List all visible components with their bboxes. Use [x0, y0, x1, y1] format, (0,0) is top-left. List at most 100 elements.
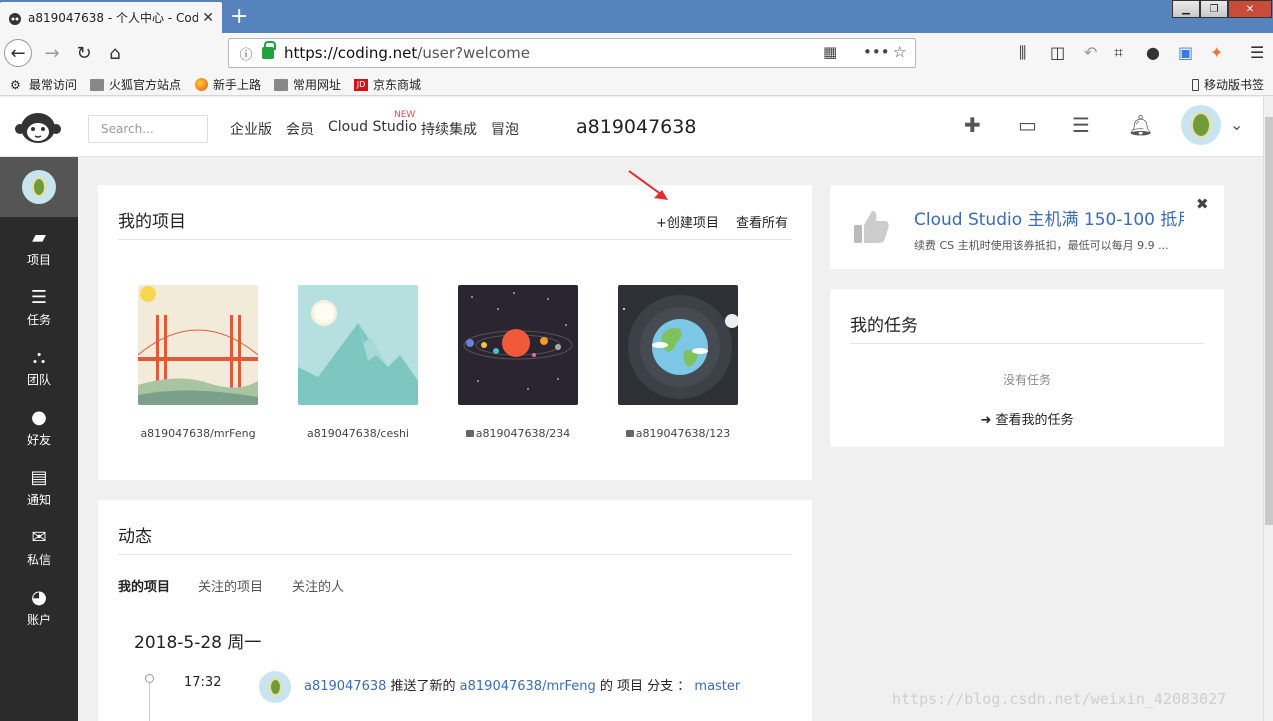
window-close-button[interactable]: ✕ — [1228, 0, 1272, 18]
project-name[interactable]: a819047638/123 — [618, 427, 738, 440]
translate-icon[interactable]: ▣ — [1178, 43, 1193, 62]
view-my-tasks-link[interactable]: ➜ 查看我的任务 — [830, 409, 1224, 428]
annotation-arrow-icon — [628, 170, 668, 200]
sidebar-item-projects[interactable]: ▰ 项目 — [0, 217, 78, 277]
bookmark-common-sites[interactable]: 常用网址 — [274, 76, 341, 93]
project-thumbnail-mountains — [298, 285, 418, 405]
extension-icon[interactable]: ✦ — [1210, 43, 1223, 62]
tasks-card: 我的任务 没有任务 ➜ 查看我的任务 — [830, 289, 1224, 447]
undo-icon[interactable]: ↶ — [1084, 43, 1097, 62]
site-info-icon[interactable]: ⓘ — [236, 44, 256, 63]
activity-project-link[interactable]: a819047638/mrFeng — [460, 679, 596, 694]
project-name-text: a819047638/123 — [635, 427, 731, 440]
bookmarks-bar: ⚙ 最常访问 火狐官方站点 新手上路 常用网址 JD 京东商城 移动版书签 — [0, 73, 1273, 96]
new-tab-icon[interactable]: + — [230, 4, 248, 29]
home-button[interactable]: ⌂ — [101, 39, 129, 67]
activity-user-link[interactable]: a819047638 — [304, 679, 386, 694]
activity-text: a819047638 推送了新的 a819047638/mrFeng 的 项目 … — [304, 675, 740, 694]
sidebar-item-team[interactable]: ⛬ 团队 — [0, 337, 78, 397]
bell-icon[interactable]: 🔔︎ — [1128, 113, 1153, 137]
chat-icon[interactable]: ● — [1146, 43, 1160, 62]
activity-time: 17:32 — [184, 675, 222, 690]
user-icon: ● — [31, 406, 47, 428]
activity-avatar[interactable] — [259, 671, 291, 703]
new-badge: NEW — [394, 110, 416, 120]
crop-icon[interactable]: ⌗ — [1114, 43, 1123, 63]
view-all-projects-link[interactable]: 查看所有 — [736, 212, 788, 231]
tab-title: a819047638 - 个人中心 - Coding — [28, 11, 198, 25]
dashboard-icon: ◕ — [31, 586, 47, 608]
server-icon[interactable]: ☰ — [1072, 113, 1090, 137]
terminal-icon[interactable]: ▭ — [1018, 113, 1037, 137]
project-name[interactable]: a819047638/mrFeng — [138, 427, 258, 440]
activity-mid: 的 项目 分支 ： — [595, 679, 695, 694]
bookmark-mobile[interactable]: 移动版书签 — [1192, 76, 1264, 93]
sidebar-item-label: 项目 — [26, 252, 51, 267]
reload-button[interactable]: ↻ — [70, 39, 98, 67]
nav-enterprise[interactable]: 企业版 — [230, 119, 272, 139]
forward-button[interactable]: → — [38, 39, 66, 67]
tab-close-icon[interactable]: ✕ — [202, 10, 214, 26]
project-item[interactable]: a819047638/ceshi — [298, 285, 418, 440]
browser-titlebar: a819047638 - 个人中心 - Coding ✕ + ▁ ❐ ✕ — [0, 0, 1273, 33]
activity-verb: 推送了新的 — [386, 679, 460, 694]
chevron-down-icon[interactable]: ⌄ — [1230, 115, 1243, 134]
nav-bubble[interactable]: 冒泡 — [491, 119, 519, 139]
search-input[interactable]: Search... — [88, 115, 208, 143]
promo-title-link[interactable]: Cloud Studio 主机满 150-100 抵用券 — [914, 205, 1184, 230]
page-actions-icon[interactable]: ••• — [863, 43, 890, 61]
bookmark-firefox-site[interactable]: 火狐官方站点 — [90, 76, 181, 93]
coding-logo-icon[interactable] — [14, 109, 62, 145]
activity-branch-link[interactable]: master — [694, 679, 740, 694]
qr-code-icon[interactable]: ▦ — [823, 43, 837, 61]
tab-my-projects[interactable]: 我的项目 — [118, 576, 170, 595]
team-icon: ⛬ — [32, 346, 46, 368]
project-item[interactable]: a819047638/234 — [458, 285, 578, 440]
sidebar-icon[interactable]: ◫ — [1050, 43, 1065, 62]
user-avatar[interactable] — [1181, 105, 1221, 145]
add-icon[interactable]: ✚ — [964, 113, 981, 137]
back-button[interactable]: ← — [4, 39, 32, 67]
close-icon[interactable]: ✖ — [1196, 195, 1209, 213]
bookmark-most-visited[interactable]: ⚙ 最常访问 — [10, 76, 77, 93]
project-name[interactable]: a819047638/234 — [458, 427, 578, 440]
library-icon[interactable]: ⫼ — [1019, 43, 1026, 63]
project-name[interactable]: a819047638/ceshi — [298, 427, 418, 440]
browser-tab[interactable]: a819047638 - 个人中心 - Coding ✕ — [0, 2, 222, 33]
tab-followed-people[interactable]: 关注的人 — [292, 576, 344, 595]
project-item[interactable]: a819047638/mrFeng — [137, 285, 259, 440]
sidebar-item-messages[interactable]: ✉ 私信 — [0, 517, 78, 577]
project-item[interactable]: a819047638/123 — [618, 285, 739, 440]
sidebar-avatar[interactable] — [0, 157, 78, 217]
sidebar-item-tasks[interactable]: ☰ 任务 — [0, 277, 78, 337]
sidebar: ▰ 项目 ☰ 任务 ⛬ 团队 ● 好友 ▤ 通知 ✉ 私信 ◕ 账户 — [0, 157, 78, 721]
nav-ci[interactable]: 持续集成 — [421, 119, 477, 139]
divider — [850, 343, 1204, 344]
tab-followed-projects[interactable]: 关注的项目 — [198, 576, 263, 595]
window-minimize-button[interactable]: ▁ — [1172, 0, 1200, 18]
sidebar-item-notifications[interactable]: ▤ 通知 — [0, 457, 78, 517]
sidebar-item-account[interactable]: ◕ 账户 — [0, 577, 78, 637]
bookmark-jd[interactable]: JD 京东商城 — [354, 76, 421, 93]
nav-cloud-studio[interactable]: Cloud Studio — [328, 119, 417, 135]
project-thumbnail-solar-system — [458, 285, 578, 405]
page-scrollbar[interactable] — [1263, 97, 1273, 721]
create-project-button[interactable]: +创建项目 — [656, 212, 719, 231]
bookmark-label: 常用网址 — [293, 78, 342, 92]
bookmark-label: 新手上路 — [213, 78, 262, 92]
activity-card: 动态 我的项目 关注的项目 关注的人 2018-5-28 周一 17:32 a8… — [98, 500, 812, 721]
activity-date: 2018-5-28 周一 — [134, 633, 262, 653]
url-bar[interactable]: ⓘ https://coding.net/user?welcome ▦ ••• … — [228, 38, 916, 68]
nav-membership[interactable]: 会员 — [286, 119, 314, 139]
sidebar-item-friends[interactable]: ● 好友 — [0, 397, 78, 457]
promo-subtitle: 续费 CS 主机时使用该券抵扣，最低可以每月 9.9 ... — [914, 239, 1169, 252]
url-host: https://coding.net — [284, 44, 418, 62]
bookmark-getting-started[interactable]: 新手上路 — [195, 76, 261, 93]
url-text[interactable]: https://coding.net/user?welcome — [284, 44, 530, 62]
url-path: /user?welcome — [417, 44, 530, 62]
menu-icon[interactable]: ☰ — [1250, 43, 1264, 62]
inbox-icon: ▤ — [30, 466, 48, 488]
window-maximize-button[interactable]: ❐ — [1200, 0, 1228, 18]
scrollbar-thumb[interactable] — [1265, 117, 1273, 525]
bookmark-star-icon[interactable]: ☆ — [893, 43, 906, 61]
